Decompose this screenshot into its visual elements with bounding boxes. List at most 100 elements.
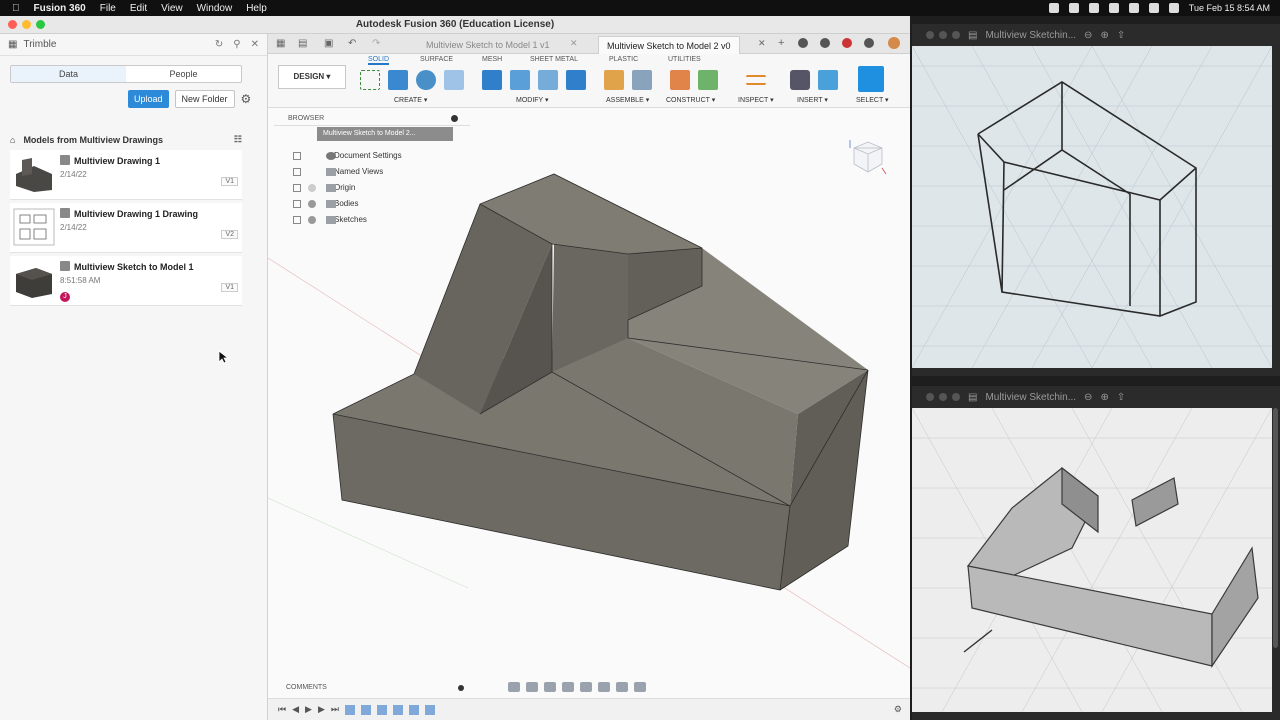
go-to-start-icon[interactable]: ⏮ — [278, 704, 286, 715]
new-folder-button[interactable]: New Folder — [174, 90, 235, 108]
wifi-icon[interactable] — [1108, 3, 1119, 13]
timeline-feature[interactable] — [408, 704, 419, 715]
create-menu[interactable]: CREATE ▾ — [394, 96, 427, 104]
folder-settings-icon[interactable]: ☷ — [234, 134, 242, 145]
insert-menu[interactable]: INSERT ▾ — [797, 96, 828, 104]
zoom-out-icon[interactable]: ⊖ — [1084, 392, 1092, 403]
go-to-end-icon[interactable]: ⏭ — [331, 704, 339, 715]
version-badge[interactable]: V2 — [221, 230, 238, 239]
menu-edit[interactable]: Edit — [130, 3, 147, 14]
tab-surface[interactable]: SURFACE — [420, 56, 453, 63]
combine-icon[interactable] — [566, 70, 586, 90]
undo-icon[interactable]: ↶ — [348, 38, 356, 49]
viewcube[interactable] — [846, 134, 890, 178]
insert-image-icon[interactable] — [818, 70, 838, 90]
battery-icon[interactable] — [1128, 3, 1139, 13]
redo-icon[interactable]: ↷ — [372, 38, 380, 49]
expand-icon[interactable] — [293, 168, 301, 176]
search-icon[interactable]: ⚲ — [233, 39, 240, 50]
reference-window-bottom[interactable]: ▤ Multiview Sketchin... ⊖ ⊕ ⇧ — [912, 386, 1280, 720]
revolve-icon[interactable] — [416, 70, 436, 90]
close-window-button[interactable] — [8, 20, 17, 29]
avatar[interactable] — [888, 37, 900, 49]
create-sketch-icon[interactable] — [360, 70, 380, 90]
refresh-icon[interactable]: ↻ — [215, 39, 223, 50]
expand-icon[interactable] — [293, 216, 301, 224]
menu-file[interactable]: File — [100, 3, 116, 14]
midplane-icon[interactable] — [698, 70, 718, 90]
apple-icon[interactable]:  — [12, 3, 20, 14]
grid-menu-icon[interactable]: ▦ — [276, 38, 285, 49]
step-forward-icon[interactable]: ▶ — [318, 704, 325, 715]
version-badge[interactable]: V1 — [221, 177, 238, 186]
notifications-icon[interactable] — [842, 38, 852, 48]
sidebar-icon[interactable]: ▤ — [968, 30, 977, 41]
share-icon[interactable]: ⇧ — [1117, 392, 1125, 403]
play-icon[interactable]: ▶ — [305, 704, 312, 715]
upload-button[interactable]: Upload — [128, 90, 169, 108]
save-icon[interactable]: ▣ — [324, 38, 333, 49]
tab-data[interactable]: Data — [11, 66, 126, 82]
reference-window-top[interactable]: ▤ Multiview Sketchin... ⊖ ⊕ ⇧ — [912, 24, 1280, 376]
step-back-icon[interactable]: ◀ — [292, 704, 299, 715]
workspace-switcher[interactable]: DESIGN ▾ — [278, 65, 346, 89]
browser-header[interactable]: BROWSER — [274, 112, 470, 126]
timeline-feature[interactable] — [424, 704, 435, 715]
search-icon[interactable] — [1148, 3, 1159, 13]
visibility-icon[interactable] — [308, 184, 316, 192]
comments-panel[interactable]: COMMENTS — [274, 682, 468, 694]
timeline-settings-icon[interactable]: ⚙ — [894, 704, 902, 715]
tab-solid[interactable]: SOLID — [368, 56, 390, 65]
hole-icon[interactable] — [444, 70, 464, 90]
close-tab-icon[interactable]: ✕ — [758, 38, 766, 49]
breadcrumb-folder[interactable]: Models from Multiview Drawings — [23, 135, 163, 145]
grid-settings-icon[interactable] — [616, 682, 628, 692]
version-badge[interactable]: V1 — [221, 283, 238, 292]
minimize-window-button[interactable] — [22, 20, 31, 29]
browser-item-sketches[interactable]: Sketches — [274, 212, 470, 228]
zoom-out-icon[interactable]: ⊖ — [1084, 30, 1092, 41]
browser-pin-icon[interactable] — [451, 115, 458, 122]
shell-icon[interactable] — [538, 70, 558, 90]
zoom-in-icon[interactable]: ⊕ — [1100, 30, 1108, 41]
orbit-icon[interactable] — [508, 682, 520, 692]
offset-plane-icon[interactable] — [670, 70, 690, 90]
tab-mesh[interactable]: MESH — [482, 56, 502, 63]
file-item[interactable]: Multiview Drawing 1 2/14/22 V1 — [10, 150, 242, 200]
file-item[interactable]: Multiview Sketch to Model 1 8:51:58 AM J… — [10, 256, 242, 306]
zoom-in-icon[interactable]: ⊕ — [1100, 392, 1108, 403]
fit-icon[interactable] — [580, 682, 592, 692]
pan-icon[interactable] — [544, 682, 556, 692]
gear-icon[interactable]: ⚙ — [241, 92, 252, 106]
select-menu[interactable]: SELECT ▾ — [856, 96, 889, 104]
timeline-feature[interactable] — [392, 704, 403, 715]
fillet-icon[interactable] — [510, 70, 530, 90]
sidebar-icon[interactable]: ▤ — [968, 392, 977, 403]
visibility-icon[interactable] — [308, 216, 316, 224]
construct-menu[interactable]: CONSTRUCT ▾ — [666, 96, 715, 104]
browser-root[interactable]: Multiview Sketch to Model 2... — [317, 127, 453, 141]
assemble-menu[interactable]: ASSEMBLE ▾ — [606, 96, 649, 104]
select-icon[interactable] — [858, 66, 884, 92]
display-settings-icon[interactable] — [598, 682, 610, 692]
menu-help[interactable]: Help — [246, 3, 267, 14]
expand-icon[interactable] — [293, 184, 301, 192]
extensions-icon[interactable] — [798, 38, 808, 48]
file-menu-icon[interactable]: ▤ — [298, 38, 307, 49]
close-tab-icon[interactable]: ✕ — [570, 38, 578, 49]
new-component-icon[interactable] — [604, 70, 624, 90]
zoom-window-button[interactable] — [36, 20, 45, 29]
timeline-feature[interactable] — [344, 704, 355, 715]
share-icon[interactable]: ⇧ — [1117, 30, 1125, 41]
zoom-icon[interactable] — [562, 682, 574, 692]
joint-icon[interactable] — [632, 70, 652, 90]
tab-people[interactable]: People — [126, 66, 241, 82]
control-center-icon[interactable] — [1168, 3, 1179, 13]
measure-icon[interactable] — [746, 75, 766, 85]
tab-document-active[interactable]: Multiview Sketch to Model 2 v0 — [598, 36, 740, 54]
file-item[interactable]: Multiview Drawing 1 Drawing 2/14/22 V2 — [10, 203, 242, 253]
clock[interactable]: Tue Feb 15 8:54 AM — [1189, 3, 1270, 13]
tab-utilities[interactable]: UTILITIES — [668, 56, 701, 63]
new-tab-icon[interactable]: + — [778, 37, 784, 49]
visibility-icon[interactable] — [308, 200, 316, 208]
